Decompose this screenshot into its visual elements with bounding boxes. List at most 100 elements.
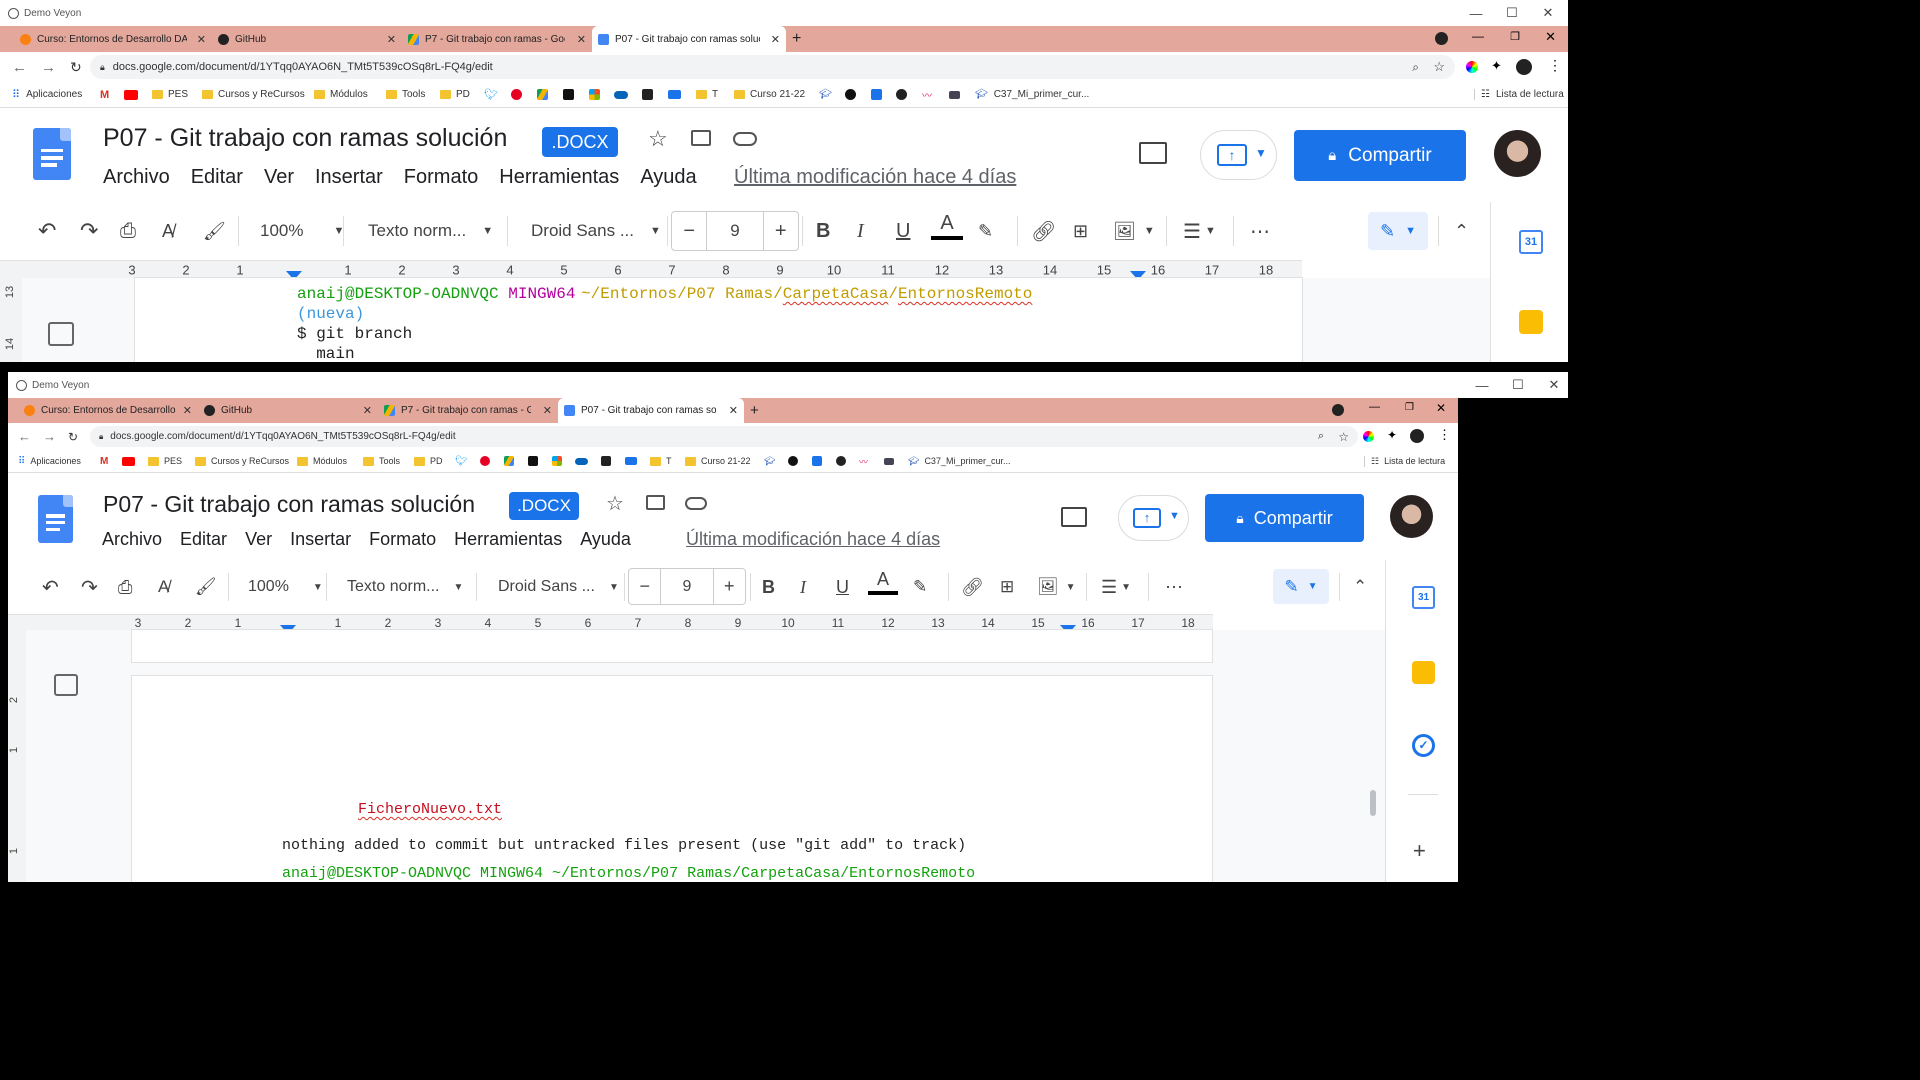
- profile-icon[interactable]: [1410, 429, 1424, 443]
- close-icon[interactable]: ✕: [1436, 401, 1446, 415]
- outline-icon[interactable]: [48, 322, 74, 346]
- ext5-icon[interactable]: [949, 90, 960, 99]
- tab-drive[interactable]: P7 - Git trabajo con ramas - Goo ✕: [378, 398, 558, 423]
- tab-github[interactable]: GitHub ✕: [212, 26, 402, 52]
- ext-icon[interactable]: [601, 456, 611, 466]
- bold-icon[interactable]: B: [816, 220, 830, 243]
- maximize-icon[interactable]: ☐: [1494, 0, 1530, 26]
- ext4-icon[interactable]: 〰: [859, 455, 868, 468]
- minimize-icon[interactable]: —: [1369, 401, 1380, 413]
- menu-insertar[interactable]: Insertar: [315, 166, 383, 189]
- docs-logo-icon[interactable]: [33, 128, 71, 180]
- italic-icon[interactable]: I: [857, 220, 864, 243]
- zoom-icon[interactable]: ⌕: [1318, 430, 1324, 443]
- ai-icon[interactable]: [528, 456, 538, 466]
- print-icon[interactable]: ⎙: [120, 220, 136, 243]
- present-button[interactable]: ↑ ▼: [1118, 495, 1189, 541]
- ext4-icon[interactable]: 〰: [922, 87, 932, 102]
- link-icon[interactable]: 🔗︎: [1031, 219, 1056, 244]
- bookmark-apps[interactable]: ⠿ Aplicaciones: [12, 88, 82, 101]
- restore-icon[interactable]: ❐: [1510, 30, 1520, 43]
- share-button[interactable]: 🔒︎ Compartir: [1205, 494, 1364, 542]
- bookmark-modulos[interactable]: Módulos: [314, 89, 368, 100]
- back-icon[interactable]: ←: [12, 59, 27, 76]
- menu-herramientas[interactable]: Herramientas: [499, 166, 619, 189]
- omnibox[interactable]: 🔒︎ docs.google.com/document/d/1YTqq0AYAO…: [90, 426, 1358, 447]
- minimize-icon[interactable]: —: [1458, 0, 1494, 26]
- bookmark-pes[interactable]: PES: [148, 456, 182, 466]
- bold-icon[interactable]: B: [762, 577, 775, 598]
- bookmark-tools[interactable]: Tools: [386, 89, 425, 100]
- ext5-icon[interactable]: [884, 457, 894, 465]
- ext2-icon[interactable]: [845, 89, 856, 100]
- move-folder-icon[interactable]: [646, 495, 665, 510]
- print-icon[interactable]: ⎙: [118, 577, 132, 598]
- close-tab-icon[interactable]: ✕: [543, 404, 552, 417]
- menu-herramientas[interactable]: Herramientas: [454, 529, 562, 550]
- italic-icon[interactable]: I: [800, 577, 806, 598]
- bookmark-curso-21-22[interactable]: Curso 21-22: [734, 89, 805, 100]
- color-extension-icon[interactable]: [1466, 61, 1478, 73]
- text-color-icon[interactable]: A: [931, 212, 963, 240]
- close-tab-icon[interactable]: ✕: [771, 33, 780, 46]
- collapse-icon[interactable]: ⌃: [1353, 577, 1367, 597]
- align-icon[interactable]: ☰ ▼: [1183, 219, 1216, 244]
- underline-icon[interactable]: U: [896, 220, 910, 243]
- ai-icon[interactable]: [563, 89, 574, 100]
- menu-formato[interactable]: Formato: [369, 529, 436, 550]
- bookmark-pd[interactable]: PD: [414, 456, 443, 466]
- bookmark-pd[interactable]: PD: [440, 89, 470, 100]
- calendar-icon[interactable]: 31: [1519, 230, 1543, 254]
- spellcheck-icon[interactable]: A̸: [162, 221, 174, 242]
- youtube-icon[interactable]: [122, 456, 135, 466]
- add-comment-icon[interactable]: ⊞: [1000, 577, 1014, 597]
- github-icon[interactable]: [836, 456, 846, 466]
- reading-list[interactable]: ☷ Lista de lectura: [1474, 89, 1564, 100]
- zoom-icon[interactable]: ⌕: [1412, 60, 1419, 75]
- close-icon[interactable]: ✕: [1545, 29, 1556, 45]
- close-icon[interactable]: ✕: [1536, 372, 1568, 398]
- present-button[interactable]: ↑ ▼: [1200, 130, 1277, 180]
- doc-title[interactable]: P07 - Git trabajo con ramas solución: [103, 491, 475, 518]
- tab-docs[interactable]: P07 - Git trabajo con ramas soluc ✕: [592, 26, 786, 52]
- font-size-input[interactable]: 9: [660, 569, 714, 604]
- gmail-icon[interactable]: M: [100, 456, 108, 467]
- bookmark-apps[interactable]: ⠿ Aplicaciones: [18, 456, 81, 467]
- tab-github[interactable]: GitHub ✕: [198, 398, 378, 423]
- tab-moodle[interactable]: Curso: Entornos de Desarrollo DA ✕: [14, 26, 212, 52]
- pinterest-icon[interactable]: [511, 89, 522, 100]
- editing-mode-button[interactable]: ✎ ▼: [1273, 569, 1329, 604]
- forward-icon[interactable]: →: [43, 429, 56, 444]
- close-icon[interactable]: ✕: [1530, 0, 1566, 26]
- text-color-icon[interactable]: A: [868, 569, 898, 595]
- new-tab-button[interactable]: +: [744, 398, 765, 423]
- docs-logo-icon[interactable]: [38, 495, 73, 543]
- new-tab-button[interactable]: +: [786, 26, 807, 52]
- tab-moodle[interactable]: Curso: Entornos de Desarrollo DA ✕: [18, 398, 198, 423]
- increase-font-icon[interactable]: +: [714, 576, 745, 597]
- menu-icon[interactable]: ⋮: [1438, 427, 1451, 443]
- comments-icon[interactable]: [1139, 142, 1167, 164]
- ext-icon[interactable]: [642, 89, 653, 100]
- drive-icon[interactable]: [504, 456, 514, 466]
- menu-ver[interactable]: Ver: [264, 166, 294, 189]
- bookmark-pes[interactable]: PES: [152, 89, 188, 100]
- comments-icon[interactable]: [1061, 507, 1087, 527]
- omnibox[interactable]: 🔒︎ docs.google.com/document/d/1YTqq0AYAO…: [90, 55, 1455, 79]
- classroom-icon[interactable]: 🎓︎: [819, 89, 832, 100]
- undo-icon[interactable]: ↶: [38, 218, 56, 244]
- collapse-icon[interactable]: ⌃: [1454, 221, 1469, 242]
- menu-ver[interactable]: Ver: [245, 529, 272, 550]
- microsoft-icon[interactable]: [589, 89, 600, 100]
- github-icon[interactable]: [896, 89, 907, 100]
- twitter-icon[interactable]: 🐦︎: [484, 88, 498, 101]
- microsoft-icon[interactable]: [552, 456, 562, 466]
- forward-icon[interactable]: →: [41, 59, 56, 76]
- extensions-icon[interactable]: ✦: [1491, 58, 1502, 74]
- editing-mode-button[interactable]: ✎ ▼: [1368, 212, 1428, 250]
- decrease-font-icon[interactable]: −: [629, 576, 660, 597]
- highlight-icon[interactable]: ✎: [913, 577, 927, 597]
- reload-icon[interactable]: ↻: [70, 59, 82, 76]
- menu-insertar[interactable]: Insertar: [290, 529, 351, 550]
- share-button[interactable]: 🔒︎ Compartir: [1294, 130, 1466, 181]
